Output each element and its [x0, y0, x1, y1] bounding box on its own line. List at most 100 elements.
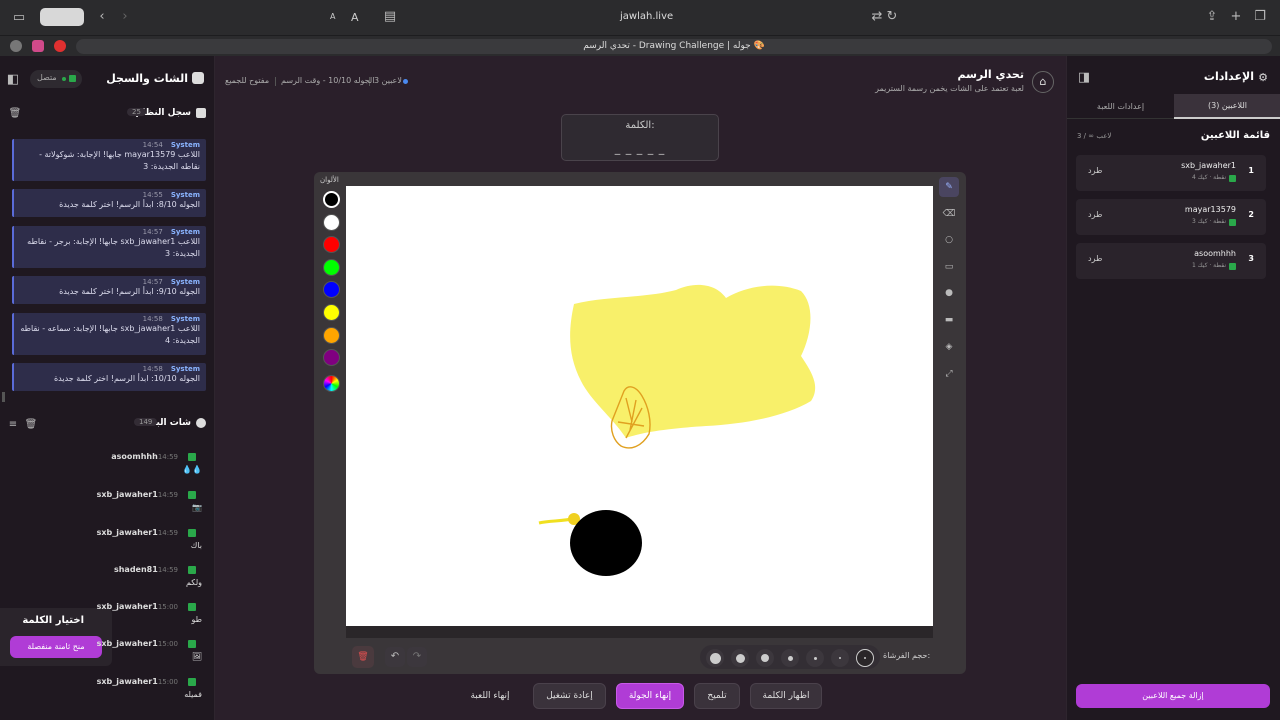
- circle-outline-icon[interactable]: ○: [939, 230, 959, 250]
- kick-button[interactable]: طرد: [1088, 254, 1102, 263]
- circle-fill-icon[interactable]: ●: [939, 283, 959, 303]
- kick-button[interactable]: طرد: [1088, 166, 1102, 175]
- clear-canvas-icon[interactable]: 🗑: [352, 646, 374, 668]
- eraser-icon[interactable]: ⌫: [939, 204, 959, 224]
- active-tab[interactable]: تحدي الرسم - Drawing Challenge | جوله 🎨: [76, 39, 1272, 54]
- chat-time: 14:59: [157, 529, 178, 537]
- tab-game-settings[interactable]: إعدادات اللعبة: [1067, 94, 1174, 119]
- share-icon[interactable]: ⇪: [1203, 9, 1221, 25]
- log-sender: System: [170, 141, 200, 149]
- forward-icon[interactable]: ›: [116, 9, 134, 25]
- reader-small-a[interactable]: A: [330, 12, 335, 21]
- back-icon[interactable]: ‹: [93, 9, 111, 25]
- live-dot-icon: [403, 79, 408, 84]
- player-row: 2 mayar13579 3 نقطة · كيك طرد: [1076, 199, 1266, 235]
- rectangle-outline-icon[interactable]: ▭: [939, 257, 959, 277]
- log-sender: System: [170, 191, 200, 199]
- brush-size-option[interactable]: [706, 649, 724, 667]
- reveal-word-button[interactable]: اظهار الكلمة: [750, 683, 822, 709]
- log-time: 14:57: [142, 278, 163, 286]
- drawing-canvas[interactable]: [346, 186, 933, 626]
- tabs-overview-icon[interactable]: ❐: [1251, 9, 1269, 25]
- collapse-panel-icon[interactable]: ◨: [1075, 70, 1093, 86]
- kick-icon: [69, 75, 76, 82]
- log-time: 14:58: [142, 365, 163, 373]
- log-time: 14:54: [142, 141, 163, 149]
- system-log-entry: System 14:57 الجوله 9/10: ابدأ الرسم! اختر…: [12, 276, 206, 304]
- rectangle-fill-icon[interactable]: ▬: [939, 310, 959, 330]
- log-time: 14:58: [142, 315, 163, 323]
- list-icon[interactable]: ≡: [4, 417, 22, 433]
- players-list-title: قائمة اللاعبين: [1200, 130, 1270, 141]
- brush-size-option[interactable]: [781, 649, 799, 667]
- end-game-button[interactable]: إنهاء اللعبة: [455, 683, 525, 709]
- restart-button[interactable]: إعادة تشغيل: [533, 683, 606, 709]
- color-swatch[interactable]: [323, 304, 340, 321]
- log-icon: [196, 108, 206, 118]
- chat-time: 15:00: [157, 678, 178, 686]
- redo-icon[interactable]: ↷: [407, 647, 427, 667]
- chat-text: 📷: [192, 503, 202, 512]
- custom-color-picker[interactable]: [323, 375, 340, 392]
- browser-toolbar: ▭ ‹ › A A ▤ jawlah.live ⇄ ↻ ⇪ + ❐: [0, 0, 1280, 36]
- color-swatch[interactable]: [323, 281, 340, 298]
- word-hidden: _ _ _ _ _: [614, 142, 666, 155]
- color-swatch[interactable]: [323, 191, 340, 208]
- kick-icon: [188, 639, 196, 648]
- line-icon[interactable]: ⤢: [939, 364, 959, 384]
- pinned-tab-icon[interactable]: [54, 40, 66, 52]
- pinned-tab-icon[interactable]: [10, 40, 22, 52]
- color-swatch[interactable]: [323, 327, 340, 344]
- log-message: اللاعب sxb_jawaher1 جابها! الإجابة: سماع…: [20, 324, 200, 345]
- reload-icon[interactable]: ↻: [883, 9, 901, 25]
- player-rank: 3: [1248, 254, 1254, 263]
- sidebar-toggle-icon[interactable]: ▭: [10, 10, 28, 26]
- pencil-icon[interactable]: ✎: [939, 177, 959, 197]
- color-swatch[interactable]: [323, 214, 340, 231]
- chat-username: sxb_jawaher1: [96, 677, 158, 686]
- chat-time: 14:59: [157, 566, 178, 574]
- brush-size-option[interactable]: [831, 649, 849, 667]
- brush-size-option[interactable]: [806, 649, 824, 667]
- log-message: اللاعب sxb_jawaher1 جابها! الإجابة: برجر…: [27, 237, 200, 258]
- chat-username: shaden81: [113, 565, 158, 574]
- scrollbar[interactable]: [2, 392, 5, 402]
- player-name: mayar13579: [1184, 205, 1236, 214]
- collapse-panel-icon[interactable]: ◧: [4, 72, 22, 88]
- kick-icon: [188, 490, 196, 499]
- status-badge: متصل: [30, 70, 82, 88]
- tab-players[interactable]: اللاعبين (3): [1174, 94, 1280, 119]
- color-swatch[interactable]: [323, 236, 340, 253]
- undo-icon[interactable]: ↶: [385, 647, 405, 667]
- address-bar[interactable]: jawlah.live: [620, 11, 673, 22]
- trash-icon[interactable]: 🗑: [22, 417, 40, 433]
- chat-text: 🖼: [191, 652, 202, 661]
- remove-all-players-button[interactable]: إزالة جميع اللاعبين: [1076, 684, 1270, 708]
- hint-button[interactable]: تلميح: [694, 683, 740, 709]
- log-sender: System: [170, 315, 200, 323]
- new-tab-icon[interactable]: +: [1227, 9, 1245, 25]
- chat-username: sxb_jawaher1: [96, 528, 158, 537]
- fill-bucket-icon[interactable]: ◈: [939, 337, 959, 357]
- players-list-count: 3 / ∞ لاعب: [1077, 132, 1112, 140]
- color-swatch[interactable]: [323, 259, 340, 276]
- kick-button[interactable]: طرد: [1088, 210, 1102, 219]
- pinned-tab-icon[interactable]: [32, 40, 44, 52]
- trash-icon[interactable]: 🗑: [6, 106, 24, 122]
- system-log-entry: System 14:58 الجوله 10/10: ابدأ الرسم! اخت…: [12, 363, 206, 391]
- brush-size-option-selected[interactable]: [856, 649, 874, 667]
- brush-size-option[interactable]: [731, 649, 749, 667]
- home-icon[interactable]: ⌂: [1032, 71, 1054, 93]
- player-meta: 4 نقطة · كيك: [1191, 174, 1226, 181]
- open-label: مفتوح للجميع: [225, 76, 270, 85]
- tab-group-button[interactable]: [40, 8, 84, 26]
- reader-large-a[interactable]: A: [351, 11, 359, 24]
- brush-size-option[interactable]: [756, 649, 774, 667]
- stream-chat-count: 149: [134, 418, 158, 426]
- color-swatch[interactable]: [323, 349, 340, 366]
- end-round-button[interactable]: إنهاء الجولة: [616, 683, 684, 709]
- page-menu-icon[interactable]: ▤: [381, 9, 399, 25]
- kick-icon: [188, 452, 196, 461]
- kick-icon: [1229, 219, 1236, 226]
- kick-icon: [188, 565, 196, 574]
